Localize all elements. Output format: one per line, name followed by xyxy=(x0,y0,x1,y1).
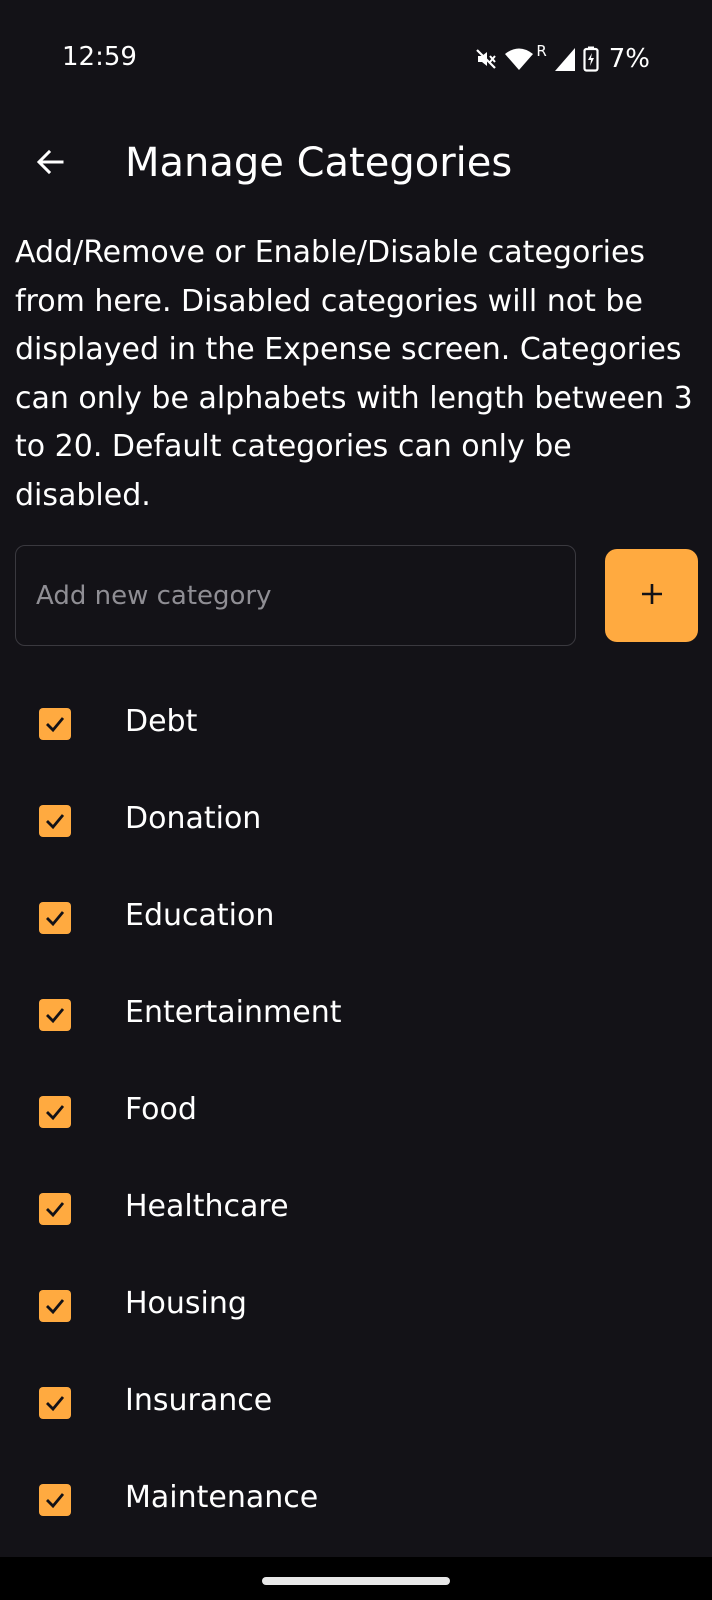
category-item-housing[interactable]: Housing xyxy=(0,1258,712,1355)
checkmark-icon xyxy=(46,1299,65,1315)
category-list: Debt Donation Education Entertainment Fo… xyxy=(0,676,712,1549)
category-checkbox[interactable] xyxy=(39,999,71,1031)
checkmark-icon xyxy=(46,717,65,733)
checkmark-icon xyxy=(46,1008,65,1024)
category-checkbox[interactable] xyxy=(39,708,71,740)
checkmark-icon xyxy=(46,1396,65,1412)
battery-charging-icon xyxy=(583,46,599,72)
category-item-donation[interactable]: Donation xyxy=(0,773,712,870)
category-label: Housing xyxy=(125,1286,247,1321)
category-checkbox[interactable] xyxy=(39,805,71,837)
category-item-healthcare[interactable]: Healthcare xyxy=(0,1161,712,1258)
roaming-indicator: R xyxy=(536,42,547,60)
page-title: Manage Categories xyxy=(125,140,513,186)
category-label: Donation xyxy=(125,801,262,836)
category-label: Entertainment xyxy=(125,995,342,1030)
category-item-maintenance[interactable]: Maintenance xyxy=(0,1452,712,1549)
category-item-entertainment[interactable]: Entertainment xyxy=(0,967,712,1064)
checkmark-icon xyxy=(46,911,65,927)
screen: 12:59 R 7% Manage Categories Add/Remove … xyxy=(0,0,712,1600)
navigation-bar xyxy=(0,1557,712,1600)
category-checkbox[interactable] xyxy=(39,1193,71,1225)
add-category-button[interactable] xyxy=(605,549,698,642)
category-label: Debt xyxy=(125,704,198,739)
add-category-input[interactable] xyxy=(15,545,576,646)
checkmark-icon xyxy=(46,1105,65,1121)
category-checkbox[interactable] xyxy=(39,1387,71,1419)
category-checkbox[interactable] xyxy=(39,1096,71,1128)
checkmark-icon xyxy=(46,1493,65,1509)
category-label: Food xyxy=(125,1092,197,1127)
signal-icon xyxy=(553,46,577,72)
description-text: Add/Remove or Enable/Disable categories … xyxy=(15,235,693,513)
category-item-insurance[interactable]: Insurance xyxy=(0,1355,712,1452)
category-checkbox[interactable] xyxy=(39,902,71,934)
category-item-debt[interactable]: Debt xyxy=(0,676,712,773)
battery-percentage: 7% xyxy=(608,44,650,74)
plus-icon xyxy=(639,581,665,610)
wifi-icon xyxy=(504,47,534,71)
category-label: Education xyxy=(125,898,275,933)
category-checkbox[interactable] xyxy=(39,1290,71,1322)
status-bar: 12:59 R 7% xyxy=(0,0,712,118)
checkmark-icon xyxy=(46,814,65,830)
category-label: Insurance xyxy=(125,1383,273,1418)
mute-icon xyxy=(474,47,498,71)
category-item-education[interactable]: Education xyxy=(0,870,712,967)
category-item-food[interactable]: Food xyxy=(0,1064,712,1161)
category-checkbox[interactable] xyxy=(39,1484,71,1516)
back-button[interactable] xyxy=(22,136,78,192)
home-gesture-handle[interactable] xyxy=(262,1577,450,1585)
category-label: Maintenance xyxy=(125,1480,319,1515)
checkmark-icon xyxy=(46,1202,65,1218)
category-label: Healthcare xyxy=(125,1189,289,1224)
status-time: 12:59 xyxy=(62,42,137,72)
arrow-left-icon xyxy=(34,146,66,182)
status-icons: R 7% xyxy=(474,42,650,76)
top-app-bar: Manage Categories xyxy=(0,118,712,214)
